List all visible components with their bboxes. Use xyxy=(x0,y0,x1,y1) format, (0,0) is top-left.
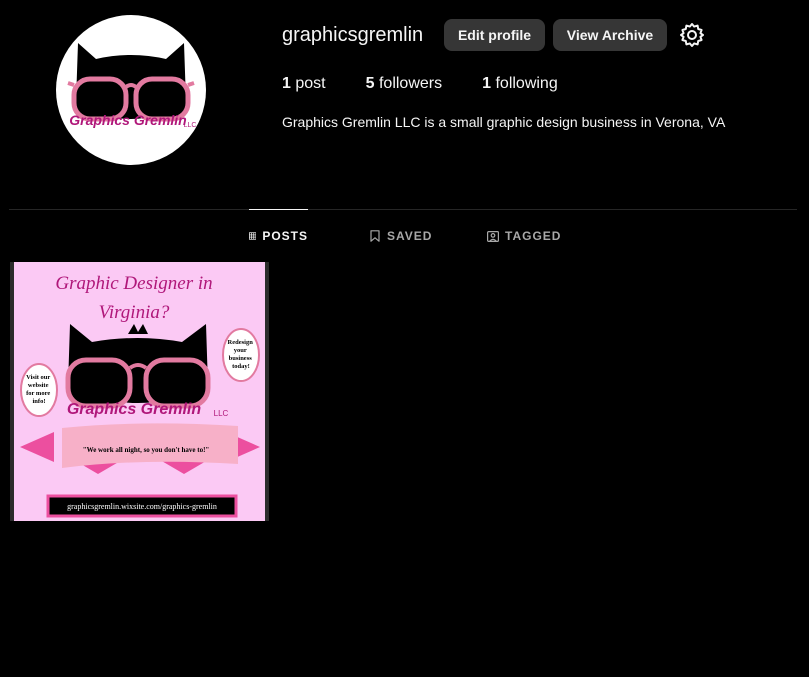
tab-saved-label: SAVED xyxy=(387,229,433,243)
svg-text:"We work all night, so you don: "We work all night, so you don't have to… xyxy=(83,446,210,454)
profile-username: graphicsgremlin xyxy=(282,24,424,46)
gremlin-logo-icon: Graphics Gremlin LLC xyxy=(67,43,197,129)
svg-text:Graphic Designer in: Graphic Designer in xyxy=(55,273,212,294)
view-archive-button[interactable]: View Archive xyxy=(553,19,667,51)
svg-text:LLC: LLC xyxy=(184,122,197,129)
svg-text:Virginia?: Virginia? xyxy=(99,302,170,323)
bookmark-icon xyxy=(370,230,380,242)
svg-text:Graphics Gremlin: Graphics Gremlin xyxy=(67,401,201,418)
svg-text:Graphics Gremlin: Graphics Gremlin xyxy=(69,112,186,128)
tab-posts[interactable]: POSTS xyxy=(249,209,308,262)
post-thumbnail[interactable]: Graphic Designer in Virginia? Visit our … xyxy=(10,262,269,521)
tag-icon xyxy=(487,231,499,242)
svg-text:graphicsgremlin.wixsite.com/gr: graphicsgremlin.wixsite.com/graphics-gre… xyxy=(67,502,217,511)
following-link[interactable]: 1 following xyxy=(482,75,558,93)
profile-stats: 1 post 5 followers 1 following xyxy=(282,75,598,93)
tab-saved[interactable]: SAVED xyxy=(369,210,432,262)
tab-posts-label: POSTS xyxy=(262,229,308,243)
posts-count: 1 post xyxy=(282,75,326,92)
profile-avatar[interactable]: Graphics Gremlin LLC xyxy=(56,15,206,165)
post-image: Graphic Designer in Virginia? Visit our … xyxy=(14,262,265,521)
svg-text:LLC: LLC xyxy=(214,409,229,418)
grid-icon xyxy=(249,232,257,240)
tab-tagged-label: TAGGED xyxy=(505,229,562,243)
profile-bio: Graphics Gremlin LLC is a small graphic … xyxy=(282,114,726,130)
followers-link[interactable]: 5 followers xyxy=(366,75,443,93)
tab-tagged[interactable]: TAGGED xyxy=(487,210,561,262)
gear-icon[interactable] xyxy=(678,21,706,49)
edit-profile-button[interactable]: Edit profile xyxy=(444,19,545,51)
